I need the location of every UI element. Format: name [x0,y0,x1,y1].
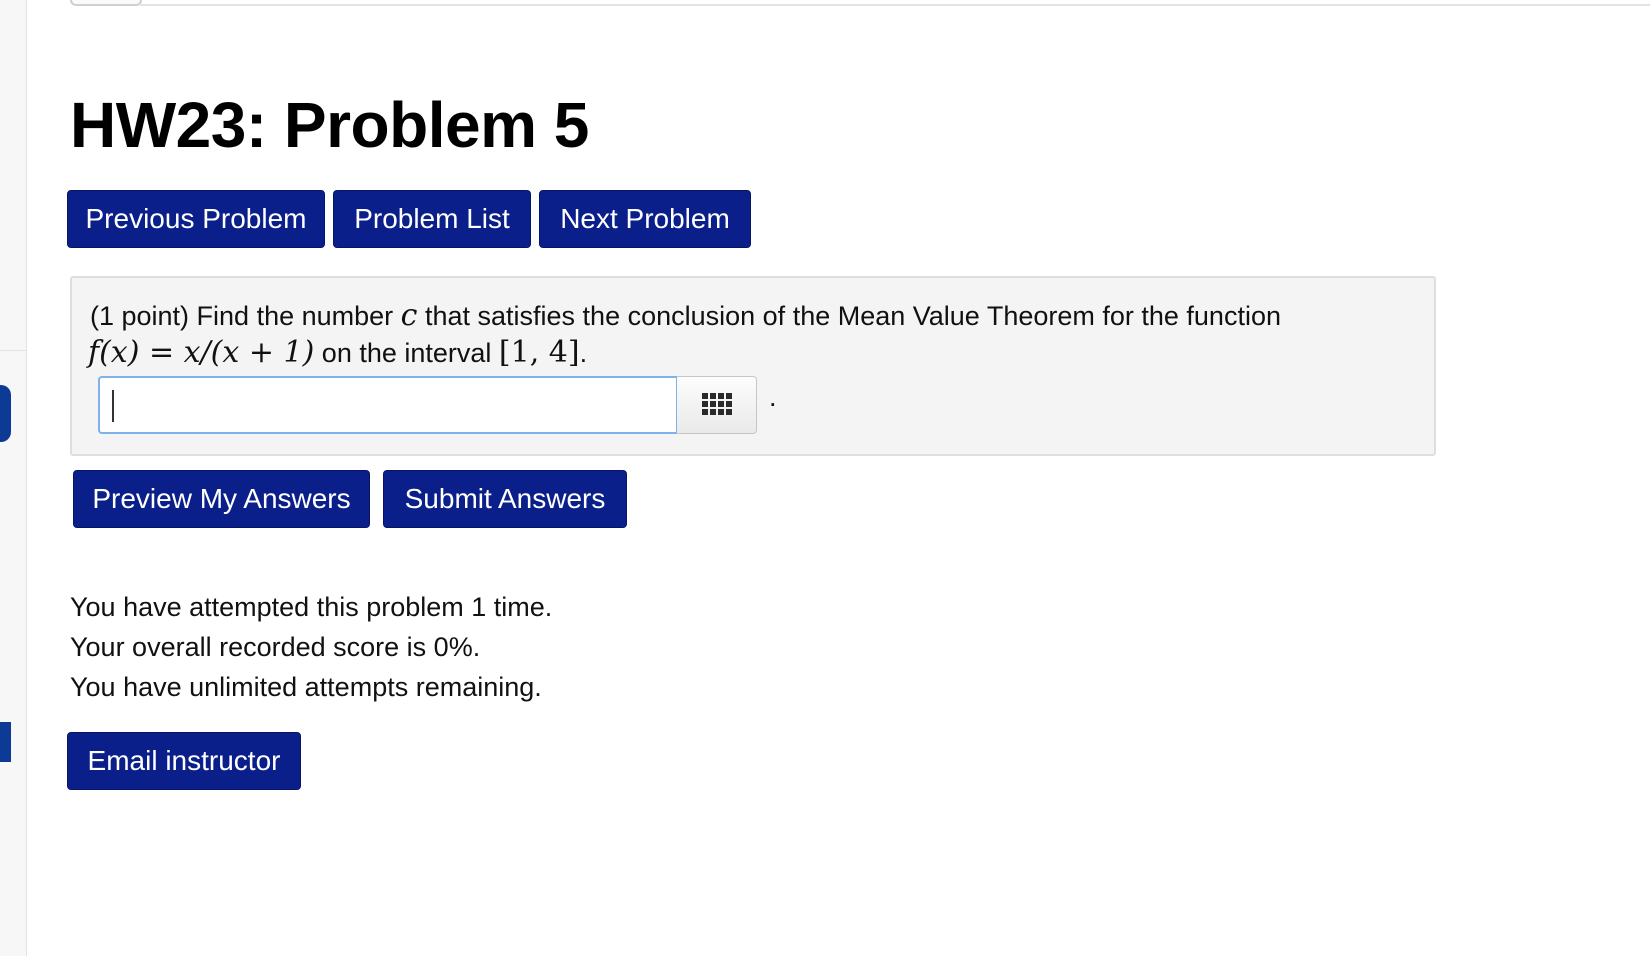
top-tab-edge[interactable] [70,0,142,6]
problem-end-punct: . [579,338,588,368]
preview-answers-button[interactable]: Preview My Answers [73,470,370,528]
attempts-remaining-text: You have unlimited attempts remaining. [70,672,542,702]
email-instructor-button[interactable]: Email instructor [67,732,301,790]
problem-statement-box: (1 point) Find the number c that satisfi… [70,276,1436,456]
problem-text-line-2: f(x) = x/(x + 1) on the interval [1, 4]. [88,335,587,370]
problem-interval-text: on the interval [314,338,499,368]
page-title: HW23: Problem 5 [70,89,589,161]
sidebar-toggle-tab[interactable] [0,385,11,442]
text-cursor [112,390,114,422]
problem-intro: (1 point) Find the number [90,301,401,331]
submit-answers-button[interactable]: Submit Answers [383,470,627,528]
next-problem-button[interactable]: Next Problem [539,190,751,248]
top-divider [140,0,1650,6]
problem-interval: [1, 4] [498,335,580,370]
answer-trailing-period: . [769,382,777,412]
attempts-count-text: You have attempted this problem 1 time. [70,592,553,622]
previous-problem-button[interactable]: Previous Problem [67,190,325,248]
equation-palette-button[interactable] [677,376,757,434]
grid-icon [702,393,732,417]
problem-text-line-1: (1 point) Find the number c that satisfi… [90,298,1281,333]
score-text: Your overall recorded score is 0%. [70,632,481,662]
problem-variable: c [400,298,418,333]
attempt-status: You have attempted this problem 1 time. … [70,587,552,707]
rail-divider [0,350,26,351]
problem-list-button[interactable]: Problem List [333,190,531,248]
problem-intro-rest: that satisfies the conclusion of the Mea… [417,301,1281,331]
problem-function: f(x) = x/(x + 1) [88,335,315,370]
sidebar-marker[interactable] [0,722,11,762]
left-rail [0,0,27,956]
answer-input[interactable] [98,376,678,434]
